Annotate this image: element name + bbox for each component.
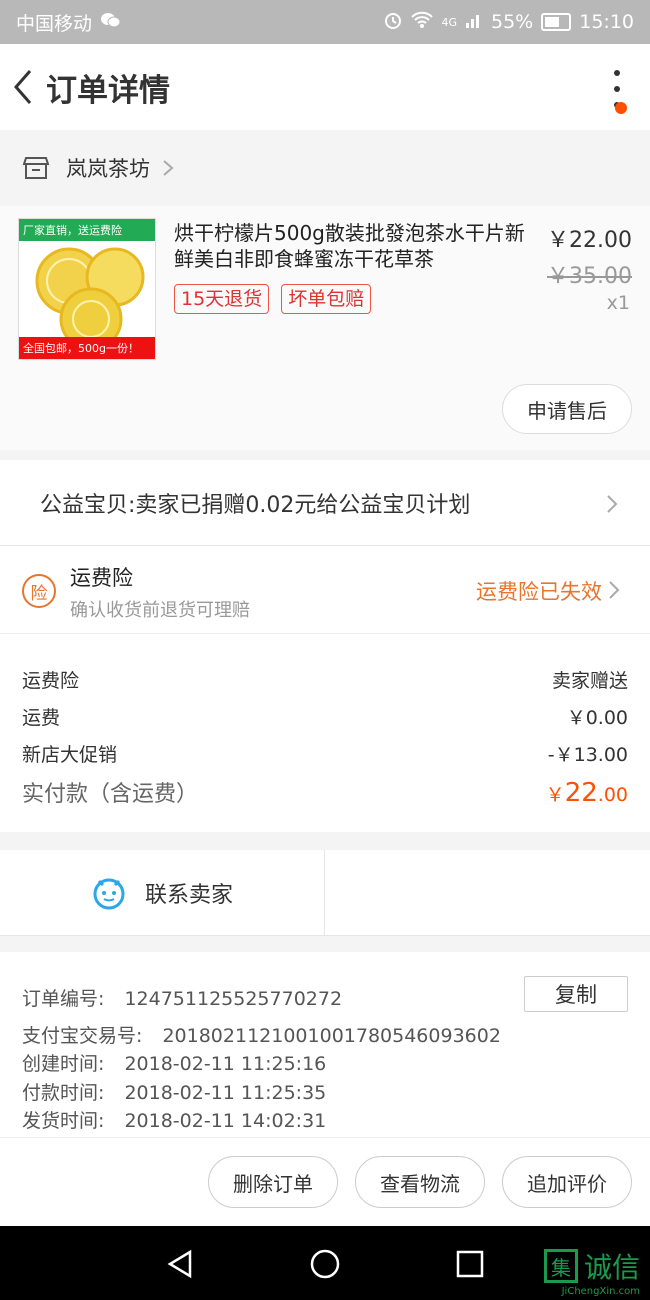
chevron-right-icon <box>607 495 618 513</box>
back-triangle-icon[interactable] <box>164 1248 196 1280</box>
order-number-row: 订单编号: 124751125525770272 <box>22 984 342 1011</box>
battery-percent: 55% <box>491 11 534 33</box>
fee-value: -￥13.00 <box>547 744 628 766</box>
order-detail-page: 中国移动 4G 55% 15:10 订单详情 岚岚茶坊 厂家直销，送运费险 全国… <box>0 0 650 1300</box>
clock: 15:10 <box>579 11 634 33</box>
delete-order-button[interactable]: 删除订单 <box>208 1156 338 1208</box>
fee-label: 新店大促销 <box>22 744 118 766</box>
chevron-left-icon <box>14 70 32 104</box>
order-number-label: 订单编号: <box>22 988 105 1010</box>
total-integer: 22 <box>564 778 598 808</box>
signal-icon <box>465 11 483 34</box>
fee-row: 新店大促销 -￥13.00 <box>22 740 628 767</box>
total-decimal: .00 <box>597 784 628 806</box>
paid-label: 付款时间: <box>22 1082 105 1104</box>
shop-row[interactable]: 岚岚茶坊 <box>0 144 650 192</box>
shop-name: 岚岚茶坊 <box>66 157 150 181</box>
fee-summary: 运费险 卖家赠送 运费 ￥0.00 新店大促销 -￥13.00 实付款（含运费）… <box>0 634 650 832</box>
nav-bar: 订单详情 <box>0 44 650 130</box>
network-type: 4G <box>441 15 457 29</box>
shipped-label: 发货时间: <box>22 1110 105 1132</box>
fee-row: 运费 ￥0.00 <box>22 703 628 730</box>
status-bar: 中国移动 4G 55% 15:10 <box>0 0 650 44</box>
total-row: 实付款（含运费） ￥22.00 <box>22 776 628 808</box>
fee-label: 运费 <box>22 707 61 729</box>
alipay-row: 支付宝交易号: 2018021121001001780546093602 <box>22 1021 501 1048</box>
fee-row: 运费险 卖家赠送 <box>22 666 628 693</box>
fee-label: 运费险 <box>22 670 80 692</box>
product-image[interactable]: 厂家直销，送运费险 全国包邮，500g一份！ <box>18 218 156 360</box>
shipped-row: 发货时间: 2018-02-11 14:02:31 <box>22 1106 326 1133</box>
back-button[interactable] <box>0 44 46 130</box>
order-info: 订单编号: 124751125525770272 复制 支付宝交易号: 2018… <box>0 952 650 1138</box>
insurance-row[interactable]: 险 运费险 确认收货前退货可理赔 运费险已失效 <box>0 546 650 634</box>
created-row: 创建时间: 2018-02-11 11:25:16 <box>22 1049 326 1076</box>
after-sale-button[interactable]: 申请售后 <box>502 384 632 434</box>
alipay-number: 2018021121001001780546093602 <box>162 1025 501 1047</box>
contact-seller-button[interactable]: 联系卖家 <box>0 850 325 936</box>
paid-row: 付款时间: 2018-02-11 11:25:35 <box>22 1078 326 1105</box>
contact-seller-label: 联系卖家 <box>144 883 233 908</box>
chat-bubble-icon <box>93 878 125 910</box>
watermark-site: JiChengXin.com <box>561 1286 640 1297</box>
add-review-button[interactable]: 追加评价 <box>502 1156 632 1208</box>
insurance-badge-icon: 险 <box>22 574 56 608</box>
view-logistics-button[interactable]: 查看物流 <box>355 1156 485 1208</box>
order-number: 124751125525770272 <box>124 988 343 1010</box>
insurance-status: 运费险已失效 <box>476 580 602 604</box>
watermark-box: 集 <box>543 1249 578 1283</box>
contact-bar: 联系卖家 <box>0 850 650 936</box>
price-original: ￥35.00 <box>547 264 632 289</box>
recents-square-icon[interactable] <box>454 1248 486 1280</box>
action-bar: 删除订单 查看物流 追加评价 <box>0 1138 650 1226</box>
tag-damage: 坏单包赔 <box>281 284 372 314</box>
wechat-icon <box>100 11 122 34</box>
carrier-label: 中国移动 <box>16 12 93 35</box>
image-tag-top: 厂家直销，送运费险 <box>19 219 155 241</box>
charity-row[interactable]: 公益宝贝:卖家已捐赠0.02元给公益宝贝计划 <box>0 460 650 546</box>
watermark-logo: 集 诚信 JiChengXin.com <box>543 1238 640 1297</box>
fee-value: ￥0.00 <box>566 707 628 729</box>
total-currency: ￥ <box>545 784 565 806</box>
shipped-time: 2018-02-11 14:02:31 <box>124 1110 327 1132</box>
quantity: x1 <box>606 292 630 314</box>
insurance-desc: 确认收货前退货可理赔 <box>70 600 250 621</box>
tag-return: 15天退货 <box>174 284 270 314</box>
alipay-label: 支付宝交易号: <box>22 1025 143 1047</box>
charity-text: 公益宝贝:卖家已捐赠0.02元给公益宝贝计划 <box>40 492 471 518</box>
price-current: ￥22.00 <box>547 228 632 253</box>
page-title: 订单详情 <box>46 72 170 109</box>
insurance-title: 运费险 <box>70 566 133 590</box>
total-label: 实付款（含运费） <box>22 782 199 807</box>
image-tag-bottom: 全国包邮，500g一份！ <box>19 337 155 359</box>
created-time: 2018-02-11 11:25:16 <box>124 1053 327 1075</box>
product-tags: 15天退货 坏单包赔 <box>174 284 372 314</box>
alarm-icon <box>383 10 403 35</box>
wifi-icon <box>411 11 434 34</box>
fee-value: 卖家赠送 <box>551 670 628 692</box>
notification-dot <box>615 102 627 114</box>
battery-icon <box>541 13 572 31</box>
created-label: 创建时间: <box>22 1053 105 1075</box>
home-circle-icon[interactable] <box>309 1248 341 1280</box>
total-amount: ￥22.00 <box>546 778 628 808</box>
chevron-right-icon <box>609 581 620 599</box>
copy-button[interactable]: 复制 <box>524 976 628 1012</box>
watermark-text: 诚信 <box>583 1251 640 1284</box>
product-card[interactable]: 厂家直销，送运费险 全国包邮，500g一份！ 烘干柠檬片500g散装批發泡茶水干… <box>0 206 650 450</box>
chevron-right-icon <box>163 160 174 176</box>
product-title[interactable]: 烘干柠檬片500g散装批發泡茶水干片新鲜美白非即食蜂蜜冻干花草茶 <box>174 220 530 272</box>
shop-icon <box>22 154 50 182</box>
paid-time: 2018-02-11 11:25:35 <box>124 1082 327 1104</box>
